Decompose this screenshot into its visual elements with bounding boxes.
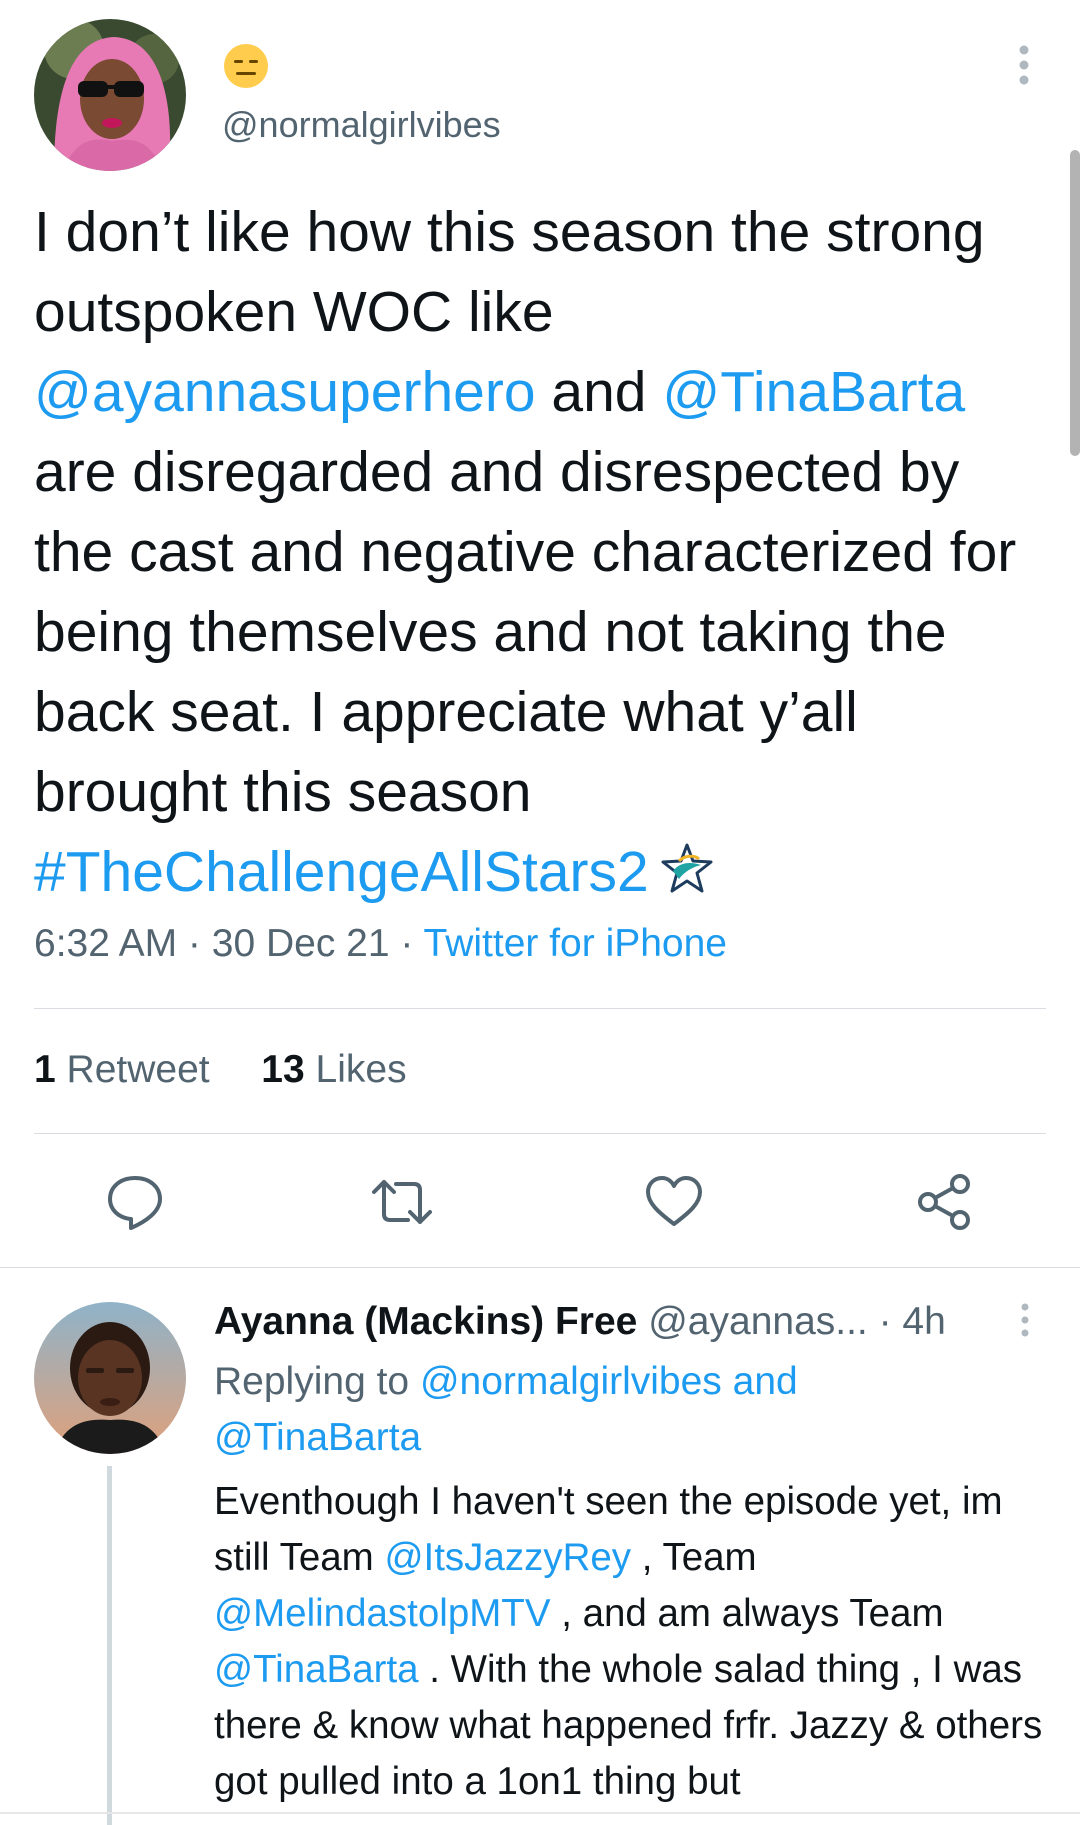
divider	[34, 1008, 1046, 1009]
avatar-ayanna[interactable]	[34, 1302, 186, 1454]
reply-text-part: , and am always Team	[550, 1592, 944, 1635]
scrollbar[interactable]	[1070, 150, 1080, 456]
reply-author-handle[interactable]: @ayannas...	[648, 1300, 868, 1343]
tweet-author-handle[interactable]: @normalgirlvibes	[222, 104, 501, 146]
hashflag-star-icon	[659, 838, 715, 894]
replying-and: and	[721, 1360, 798, 1403]
tweet-text-part: I don’t like how this season the strong …	[34, 200, 985, 344]
more-options-icon[interactable]	[1010, 44, 1038, 86]
reply-icon[interactable]	[103, 1170, 167, 1234]
replying-to-tinabarta[interactable]: @TinaBarta	[214, 1416, 421, 1459]
retweets-count: 1	[34, 1048, 56, 1091]
hashtag-link[interactable]: #TheChallengeAllStars2	[34, 840, 649, 904]
tweet-text: I don’t like how this season the strong …	[34, 192, 1044, 912]
mention-melindastolpmtv[interactable]: @MelindastolpMTV	[214, 1592, 551, 1635]
reply-text-part: , Team	[631, 1536, 757, 1579]
reply-time: · 4h	[867, 1300, 946, 1343]
replying-to: Replying to @normalgirlvibes and @TinaBar…	[214, 1354, 1034, 1466]
likes-count: 13	[261, 1048, 305, 1091]
retweet-icon[interactable]	[370, 1170, 434, 1234]
tweet-text-part: are disregarded and disrespected by the …	[34, 440, 1017, 824]
replying-to-normalgirlvibes[interactable]: @normalgirlvibes	[420, 1360, 722, 1403]
expressionless-face-emoji	[222, 42, 270, 90]
reply-header: Ayanna (Mackins) Free @ayannas... · 4h	[214, 1296, 946, 1348]
reply-more-options-icon[interactable]	[1014, 1302, 1036, 1338]
bottom-divider	[0, 1812, 1080, 1814]
tweet-stats: 1 Retweet 13 Likes	[34, 1048, 407, 1092]
mention-ayannasuperhero[interactable]: @ayannasuperhero	[34, 360, 536, 424]
likes-label: Likes	[304, 1048, 407, 1091]
separator: ·	[389, 922, 424, 965]
thread-line	[107, 1466, 112, 1825]
mention-itsjazzyrey[interactable]: @ItsJazzyRey	[384, 1536, 631, 1579]
retweets-stat[interactable]: 1 Retweet	[34, 1048, 210, 1091]
divider	[34, 1133, 1046, 1134]
mention-tinabarta[interactable]: @TinaBarta	[662, 360, 965, 424]
separator: ·	[177, 922, 212, 965]
reply-author-name[interactable]: Ayanna (Mackins) Free	[214, 1300, 637, 1343]
like-icon[interactable]	[642, 1170, 706, 1234]
tweet-meta: 6:32 AM · 30 Dec 21 · Twitter for iPhone	[34, 922, 727, 966]
tweet-source-link[interactable]: Twitter for iPhone	[424, 922, 727, 965]
tweet-text-part: and	[535, 360, 663, 424]
likes-stat[interactable]: 13 Likes	[261, 1048, 406, 1091]
divider	[0, 1267, 1080, 1268]
share-icon[interactable]	[912, 1170, 976, 1234]
avatar-normalgirlvibes[interactable]	[34, 19, 186, 171]
tweet-date: 30 Dec 21	[211, 922, 390, 965]
tweet-time: 6:32 AM	[34, 922, 178, 965]
replying-prefix: Replying to	[214, 1360, 420, 1403]
mention-tinabarta[interactable]: @TinaBarta	[214, 1648, 419, 1691]
retweets-label: Retweet	[55, 1048, 210, 1091]
reply-text: Eventhough I haven't seen the episode ye…	[214, 1474, 1054, 1810]
